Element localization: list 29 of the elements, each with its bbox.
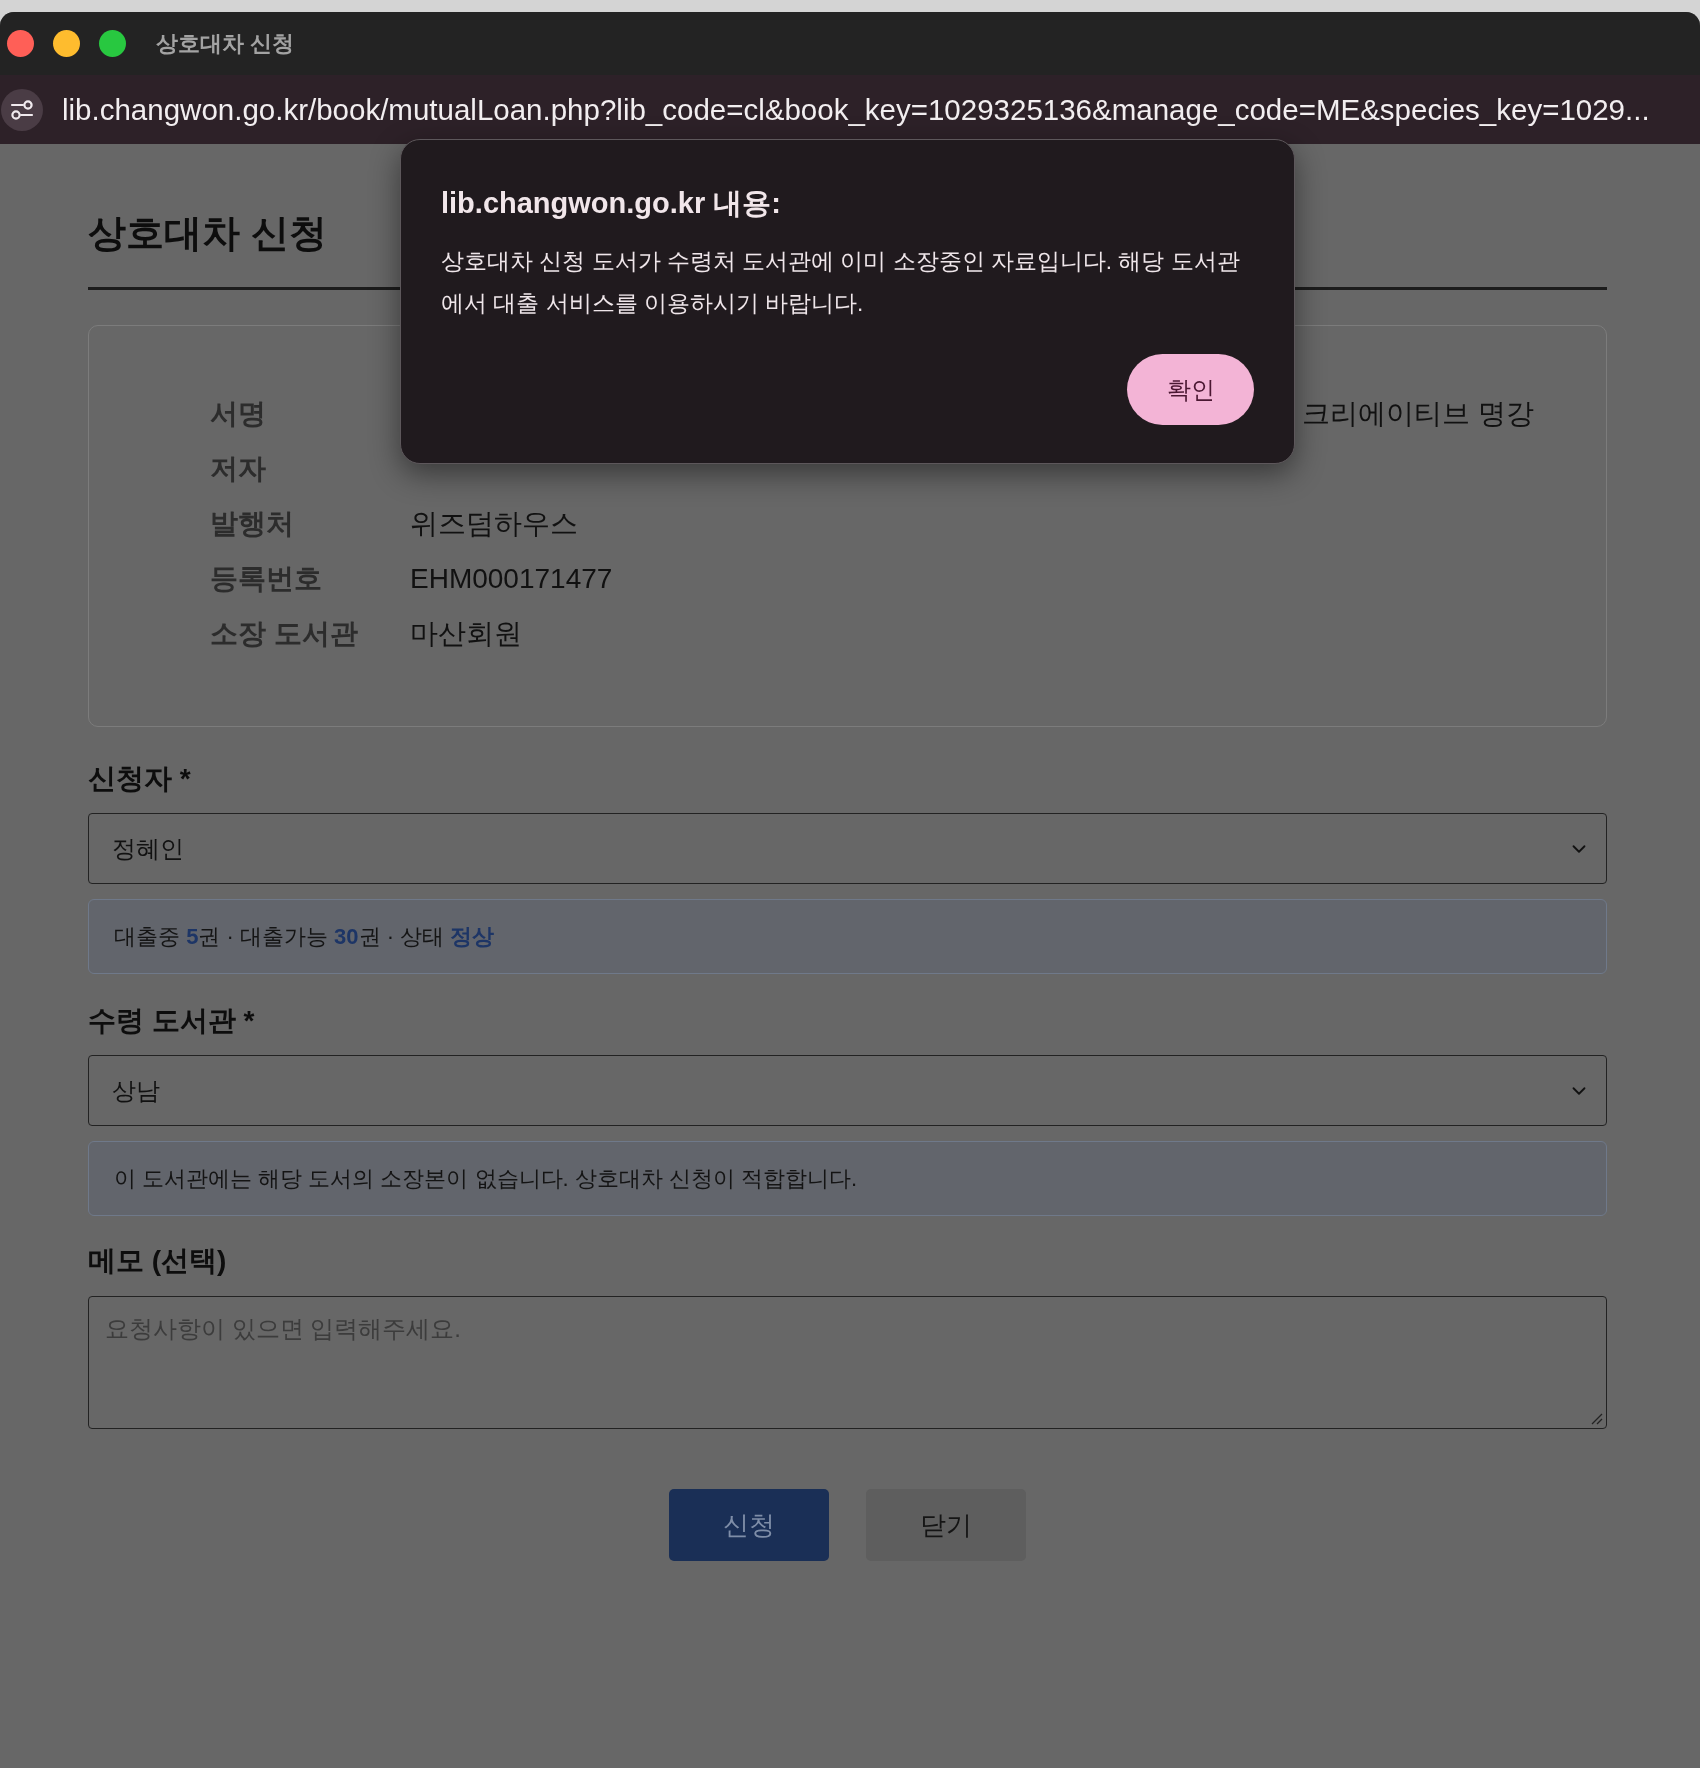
ok-button[interactable]: 확인	[1127, 354, 1254, 425]
info-label: 등록번호	[210, 561, 322, 596]
library-notice: 이 도서관에는 해당 도서의 소장본이 없습니다. 상호대차 신청이 적합합니다.	[88, 1141, 1607, 1216]
minimize-window-icon[interactable]	[53, 30, 80, 57]
dialog-title: lib.changwon.go.kr 내용:	[441, 186, 781, 221]
field-label: 수령 도서관 *	[88, 1004, 255, 1038]
window-title: 상호대차 신청	[156, 29, 295, 58]
info-value: 위즈덤하우스	[410, 506, 578, 541]
info-label: 소장 도서관	[210, 616, 358, 651]
info-label: 저자	[210, 451, 266, 486]
submit-button[interactable]: 신청	[669, 1489, 829, 1561]
resize-grip-icon[interactable]	[1591, 1413, 1603, 1425]
library-select[interactable]: 상남	[88, 1055, 1607, 1126]
field-label: 신청자 *	[88, 762, 191, 796]
dialog-message: 상호대차 신청 도서가 수령처 도서관에 이미 소장중인 자료입니다. 해당 도서관에서 대출 서비스를 이용하시기 바랍니다.	[441, 248, 1241, 318]
info-value: 마산회원	[410, 616, 522, 651]
loan-status-notice: 대출중 5권 · 대출가능 30권 · 상태 정상	[88, 899, 1607, 974]
info-label: 발행처	[210, 506, 294, 541]
maximize-window-icon[interactable]	[99, 30, 126, 57]
field-label: 메모 (선택)	[88, 1244, 227, 1278]
close-window-icon[interactable]	[7, 30, 34, 57]
url-text[interactable]: lib.changwon.go.kr/book/mutualLoan.php?lib_code=cl&book_key=1029325136&manage_code=ME&species_key=1029...	[62, 92, 1650, 127]
info-value: 크리에이티브 명강	[1302, 396, 1534, 431]
info-label: 서명	[210, 396, 266, 431]
close-button[interactable]: 닫기	[866, 1489, 1026, 1561]
page-heading: 상호대차 신청	[88, 211, 327, 256]
applicant-select[interactable]: 정혜인	[88, 813, 1607, 884]
info-value: EHM000171477	[410, 562, 613, 595]
sliders-icon[interactable]	[1, 88, 43, 131]
